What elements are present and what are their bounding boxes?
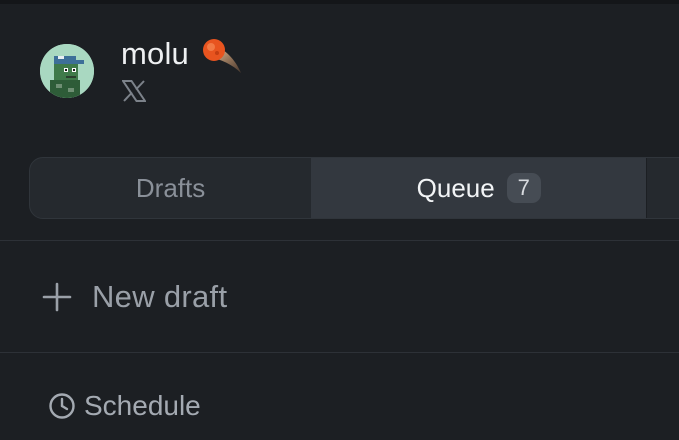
x-logo-icon bbox=[121, 80, 147, 102]
plus-icon bbox=[40, 280, 74, 314]
username-row: molu bbox=[121, 36, 245, 75]
tab-queue-label: Queue bbox=[416, 172, 495, 203]
queue-count-badge: 7 bbox=[506, 173, 541, 203]
schedule-label: Schedule bbox=[84, 390, 201, 421]
pixel-avatar-icon bbox=[40, 44, 94, 98]
tab-overflow[interactable] bbox=[646, 158, 679, 218]
tab-drafts-label: Drafts bbox=[135, 172, 206, 203]
top-border bbox=[0, 0, 679, 4]
clock-icon bbox=[48, 392, 76, 420]
tab-queue[interactable]: Queue 7 bbox=[311, 158, 647, 218]
profile-header: molu bbox=[40, 36, 640, 106]
tab-drafts[interactable]: Drafts bbox=[30, 158, 311, 218]
divider-bottom bbox=[0, 352, 679, 353]
comet-icon bbox=[199, 37, 245, 75]
username: molu bbox=[121, 36, 189, 71]
avatar[interactable] bbox=[40, 44, 94, 98]
divider-top bbox=[0, 240, 679, 241]
new-draft-button[interactable]: New draft bbox=[40, 272, 227, 322]
tab-bar: Drafts Queue 7 bbox=[29, 157, 679, 219]
schedule-button[interactable]: Schedule bbox=[48, 386, 201, 426]
new-draft-label: New draft bbox=[92, 279, 228, 314]
app-window: molu Drafts Queue 7 New draft Schedule bbox=[0, 0, 679, 440]
